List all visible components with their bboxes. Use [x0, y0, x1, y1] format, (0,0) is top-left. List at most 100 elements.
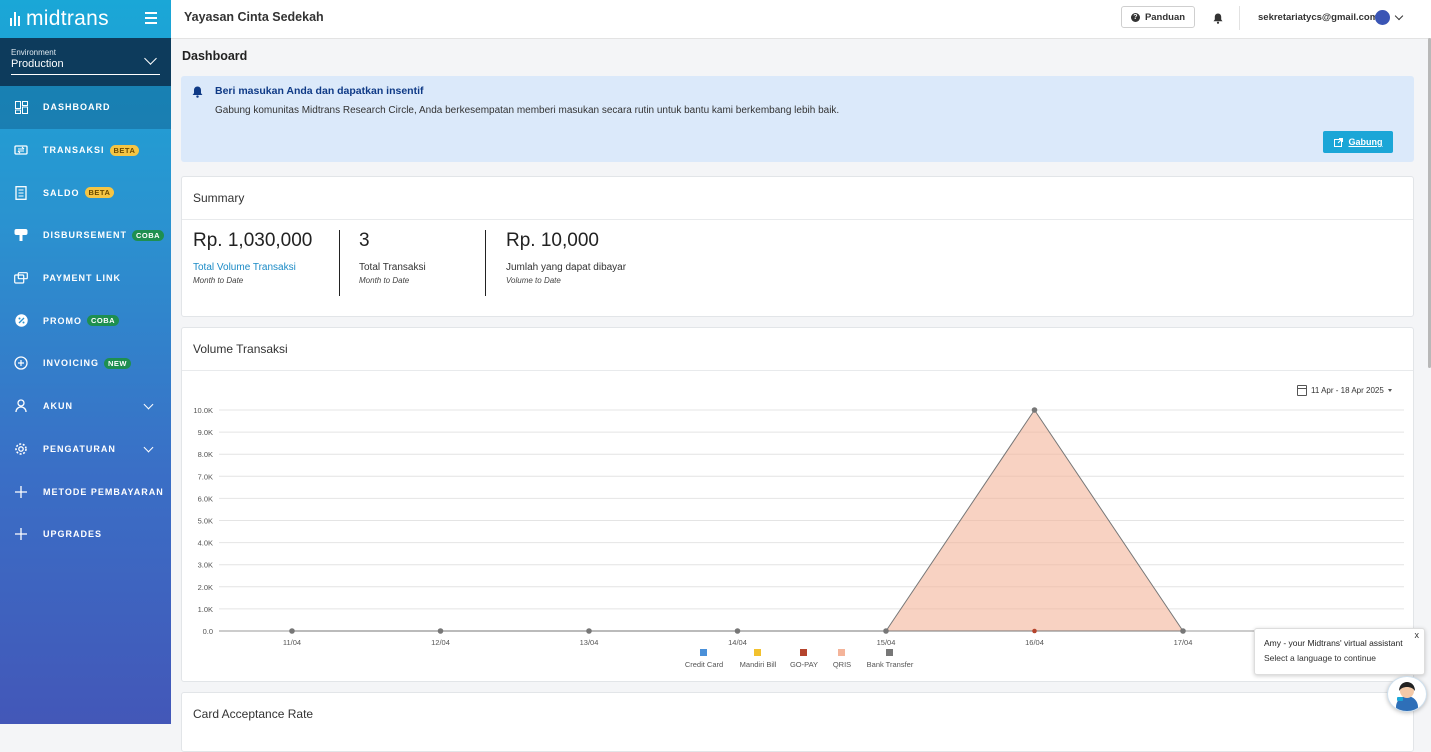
environment-value: Production [11, 58, 64, 70]
x-tick-label: 12/04 [431, 638, 450, 647]
user-icon [14, 399, 28, 413]
sidebar-item-pengaturan[interactable]: PENGATURAN [0, 428, 171, 471]
legend-label: GO-PAY [790, 660, 818, 669]
data-point [586, 628, 592, 634]
banner-title: Beri masukan Anda dan dapatkan insentif [215, 85, 424, 97]
y-tick-label: 9.0K [198, 428, 213, 437]
metric-value: Rp. 10,000 [506, 230, 599, 251]
assistant-avatar-icon [1396, 682, 1418, 711]
legend-label: Bank Transfer [867, 660, 914, 669]
assistant-text: Select a language to continue [1264, 653, 1377, 663]
sidebar-item-invoicing[interactable]: INVOICING NEW [0, 342, 171, 385]
organization-name: Yayasan Cinta Sedekah [184, 10, 324, 24]
summary-card: Summary Rp. 1,030,000 Total Volume Trans… [181, 176, 1414, 317]
transaction-icon [14, 143, 28, 157]
sidebar-item-disbursement[interactable]: DISBURSEMENT COBA [0, 214, 171, 257]
top-bar: Yayasan Cinta Sedekah ? Panduan sekretar… [171, 0, 1431, 39]
metric-label: Total Transaksi [359, 262, 426, 273]
volume-card: Volume Transaksi 0.0 1.0K 2.0K 3.0K 4.0K 5.0K… [181, 327, 1414, 682]
sidebar-item-label: PAYMENT LINK [43, 273, 122, 284]
caret-down-icon [1387, 389, 1392, 392]
payment-link-icon [14, 271, 28, 285]
card-acceptance-title: Card Acceptance Rate [193, 707, 314, 721]
y-tick-label: 1.0K [198, 605, 213, 614]
data-point [1032, 628, 1037, 634]
sidebar-item-dashboard[interactable]: DASHBOARD [0, 86, 171, 129]
legend-swatch [754, 649, 761, 656]
data-point [1180, 628, 1186, 634]
metric-total-transactions: 3 Total Transaksi Month to Date [359, 230, 426, 285]
join-button-label: Gabung [1348, 137, 1383, 147]
data-point [734, 628, 741, 634]
sidebar-item-label: TRANSAKSI [43, 145, 105, 156]
summary-title: Summary [182, 177, 1413, 220]
sidebar-item-saldo[interactable]: SALDO BETA [0, 171, 171, 214]
sidebar-item-akun[interactable]: AKUN [0, 385, 171, 428]
x-tick-label: 15/04 [877, 638, 896, 647]
x-tick-label: 13/04 [580, 638, 599, 647]
banner-text: Gabung komunitas Midtrans Research Circl… [215, 105, 840, 116]
metric-sub: Month to Date [193, 276, 244, 285]
metric-value: 3 [359, 230, 370, 251]
legend-swatch [838, 649, 845, 656]
data-point [289, 628, 295, 634]
sidebar-item-label: PENGATURAN [43, 443, 116, 454]
legend-label: Credit Card [685, 660, 723, 669]
coba-badge: COBA [132, 229, 165, 241]
metric-label-link[interactable]: Total Volume Transaksi [193, 262, 312, 273]
disbursement-icon [14, 228, 28, 242]
data-point [883, 628, 889, 634]
balance-icon [14, 185, 28, 200]
chevron-down-icon[interactable] [1394, 11, 1404, 21]
notification-bell-icon[interactable] [1213, 11, 1223, 29]
x-tick-label: 16/04 [1025, 638, 1044, 647]
help-button[interactable]: ? Panduan [1121, 6, 1195, 28]
plus-icon [14, 485, 28, 499]
metric-label: Jumlah yang dapat dibayar [506, 262, 627, 273]
feedback-banner: Beri masukan Anda dan dapatkan insentif … [181, 76, 1414, 162]
legend-swatch [886, 649, 893, 656]
sidebar: midtrans Environment Production DASHBOAR… [0, 0, 171, 724]
logo-icon [10, 12, 20, 26]
help-icon: ? [1130, 12, 1140, 22]
environment-selector[interactable]: Environment Production [0, 38, 171, 86]
sidebar-item-label: SALDO [43, 187, 80, 198]
chevron-down-icon [143, 442, 154, 452]
sidebar-item-label: PROMO [43, 315, 83, 326]
sidebar-item-transaksi[interactable]: TRANSAKSI BETA [0, 129, 171, 172]
assistant-popup[interactable]: Amy - your Midtrans' virtual assistant S… [1254, 628, 1425, 675]
y-tick-label: 6.0K [198, 494, 213, 503]
coba-badge: COBA [87, 315, 120, 327]
menu-toggle-icon[interactable] [145, 12, 157, 27]
sidebar-item-metode-pembayaran[interactable]: METODE PEMBAYARAN [0, 470, 171, 513]
data-point [1031, 407, 1038, 413]
metric-sub: Volume to Date [506, 276, 561, 285]
new-badge: NEW [104, 357, 132, 369]
y-tick-label: 0.0 [203, 627, 213, 636]
promo-icon [14, 314, 28, 328]
sidebar-item-payment-link[interactable]: PAYMENT LINK [0, 257, 171, 300]
y-tick-label: 10.0K [193, 406, 213, 415]
join-button[interactable]: Gabung [1323, 131, 1393, 153]
invoicing-icon [14, 356, 28, 371]
sidebar-item-label: AKUN [43, 401, 73, 412]
y-tick-label: 4.0K [198, 539, 213, 548]
sidebar-item-label: UPGRADES [43, 529, 103, 540]
assistant-avatar-button[interactable] [1387, 676, 1427, 712]
x-tick-label: 11/04 [283, 638, 301, 647]
external-link-icon [1333, 137, 1343, 147]
dashboard-icon [14, 100, 28, 114]
sidebar-item-upgrades[interactable]: UPGRADES [0, 513, 171, 556]
user-email[interactable]: sekretariatycs@gmail.com [1258, 12, 1378, 23]
close-icon[interactable]: x [1415, 630, 1420, 640]
brand-logo[interactable]: midtrans [0, 0, 171, 38]
gear-icon [14, 442, 28, 456]
avatar[interactable] [1375, 10, 1390, 25]
volume-chart: 0.0 1.0K 2.0K 3.0K 4.0K 5.0K 6.0K 7.0K 8.0K 9.0K 1… [193, 406, 1404, 669]
sidebar-item-label: DISBURSEMENT [43, 230, 128, 241]
date-range-picker[interactable]: 11 Apr - 18 Apr 2025 [1297, 385, 1392, 396]
sidebar-item-promo[interactable]: PROMO COBA [0, 299, 171, 342]
metric-payable-amount: Rp. 10,000 Jumlah yang dapat dibayar Vol… [506, 230, 626, 285]
data-point [437, 628, 444, 634]
environment-label: Environment [11, 48, 56, 57]
